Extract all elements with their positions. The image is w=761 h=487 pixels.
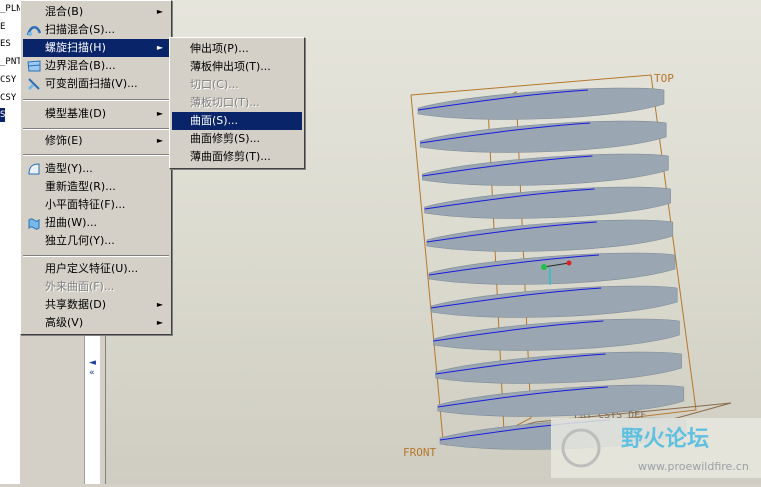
menu-item-helical-sweep[interactable]: 螺旋扫描(H) ► (23, 39, 169, 57)
style-icon (27, 162, 41, 176)
menu-item-model-datum[interactable]: 模型基准(D) ► (23, 105, 169, 123)
datum-label-front: FRONT (403, 446, 436, 459)
helical-surface (417, 87, 687, 450)
helix-turn-surface (419, 120, 667, 153)
datum-label-top: TOP (654, 72, 674, 85)
tree-item-pnt[interactable]: _PNT (0, 55, 20, 69)
start-point-marker (541, 264, 547, 270)
warp-icon (27, 216, 41, 230)
menu-item-warp[interactable]: 扭曲(W)... (23, 214, 169, 232)
tree-item-pln[interactable]: _PLN (0, 2, 20, 16)
submenu-arrow-icon: ► (156, 318, 163, 327)
menu-separator (23, 255, 169, 257)
menu-item-facet-feature[interactable]: 小平面特征(F)... (23, 196, 169, 214)
menu-item-user-defined-feature[interactable]: 用户定义特征(U)... (23, 260, 169, 278)
menu-item-cosmetic[interactable]: 修饰(E) ► (23, 132, 169, 150)
menu-item-restyle[interactable]: 重新造型(R)... (23, 178, 169, 196)
helix-turn-surface (435, 351, 682, 384)
helix-turn-surface (422, 153, 669, 186)
menu-item-swept-blend[interactable]: 扫描混合(S)... (23, 21, 169, 39)
chevron-left-icon[interactable]: « (89, 368, 95, 378)
helix-turn-surface (430, 285, 678, 318)
watermark-title: 野火论坛 (621, 426, 709, 452)
helix-turn-surface (426, 219, 674, 252)
helix-turn-surface (437, 384, 685, 417)
helix-turn-surface (417, 87, 665, 120)
insert-menu[interactable]: 混合(B) ► 扫描混合(S)... 螺旋扫描(H) ► 边界混合(B)... 可变… (20, 0, 172, 335)
helix-turn-surface (433, 318, 680, 351)
menu-item-independent-geometry[interactable]: 独立几何(Y)... (23, 232, 169, 250)
submenu-item-thin-surface-trim[interactable]: 薄曲面修剪(T)... (172, 148, 302, 166)
menu-item-variable-section-sweep[interactable]: 可变剖面扫描(V)... (23, 75, 169, 93)
variable-section-sweep-icon (27, 77, 41, 91)
submenu-arrow-icon: ► (156, 43, 163, 52)
tree-item[interactable]: E (0, 20, 5, 34)
submenu-arrow-icon: ► (156, 7, 163, 16)
submenu-arrow-icon: ► (156, 300, 163, 309)
watermark-url: www.proewildfire.cn (638, 460, 749, 473)
menu-item-style[interactable]: 造型(Y)... (23, 160, 169, 178)
sweep-blend-icon (26, 23, 42, 37)
menu-item-foreign-surface: 外来曲面(F)... (45, 280, 115, 293)
menu-separator (23, 154, 169, 156)
submenu-arrow-icon: ► (156, 136, 163, 145)
helix-turn-surface (428, 252, 676, 285)
helical-sweep-submenu[interactable]: 伸出项(P)... 薄板伸出项(T)... 切口(C)... 薄板切口(T)..… (169, 37, 305, 169)
tree-item-csys[interactable]: CSY (0, 91, 16, 105)
submenu-item-thin-cut: 薄板切口(T)... (190, 96, 260, 109)
tree-item-csys[interactable]: CSY (0, 73, 16, 87)
submenu-item-cut: 切口(C)... (190, 78, 239, 91)
submenu-item-protrusion[interactable]: 伸出项(P)... (172, 40, 302, 58)
menu-item-boundary-blend[interactable]: 边界混合(B)... (23, 57, 169, 75)
menu-item-shared-data[interactable]: 共享数据(D) ► (23, 296, 169, 314)
submenu-item-thin-protrusion[interactable]: 薄板伸出项(T)... (172, 58, 302, 76)
boundary-blend-icon (27, 59, 41, 73)
chevron-up-icon[interactable]: ◄ (89, 358, 96, 368)
menu-item-blend[interactable]: 混合(B) ► (23, 3, 169, 21)
submenu-arrow-icon: ► (156, 109, 163, 118)
end-point-marker (566, 260, 572, 266)
model-tree[interactable]: _PLN E ES _PNT CSY CSY S (0, 0, 20, 484)
tree-item-selected[interactable]: S (0, 108, 6, 122)
watermark: 野火论坛 www.proewildfire.cn (551, 418, 761, 478)
submenu-item-surface-trim[interactable]: 曲面修剪(S)... (172, 130, 302, 148)
tree-item[interactable]: ES (0, 37, 11, 51)
helix-turn-surface (424, 186, 671, 219)
menu-separator (23, 128, 169, 130)
menu-separator (23, 99, 169, 101)
submenu-item-surface[interactable]: 曲面(S)... (172, 112, 302, 130)
menu-item-advanced[interactable]: 高级(V) ► (23, 314, 169, 332)
